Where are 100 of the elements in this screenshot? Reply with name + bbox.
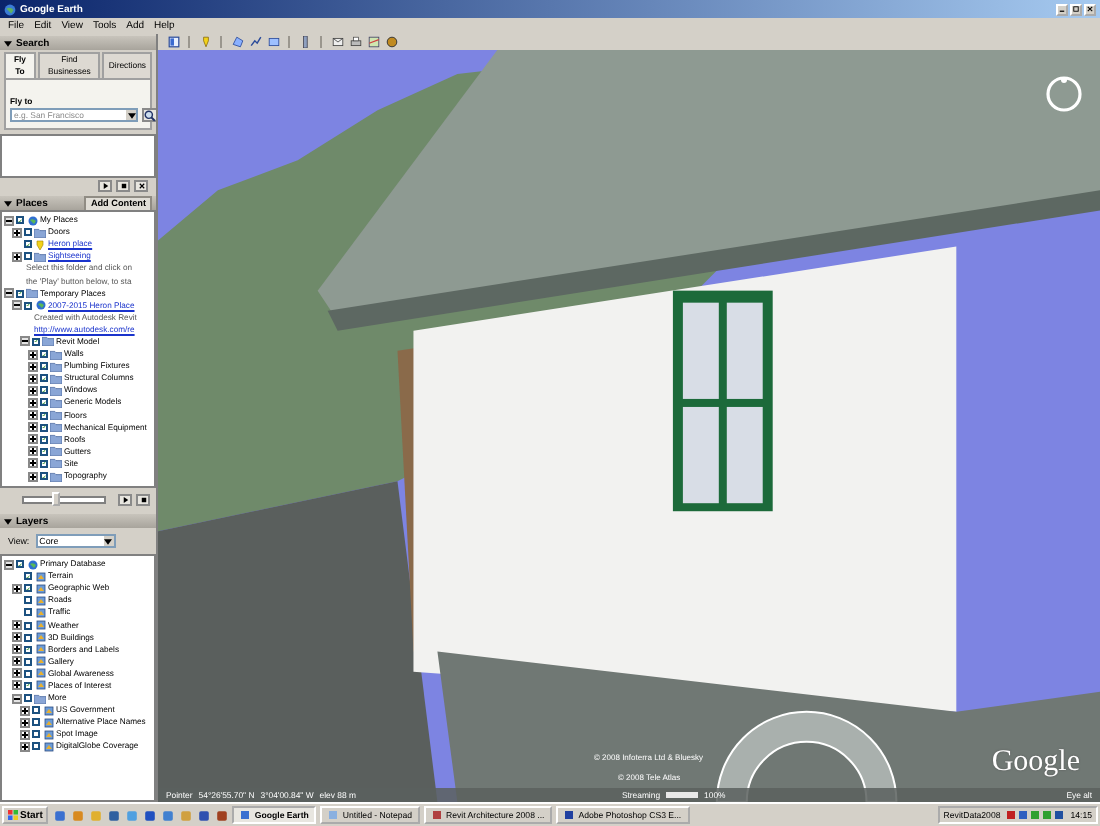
checkbox[interactable]	[40, 350, 48, 359]
checkbox[interactable]	[40, 459, 48, 468]
checkbox[interactable]	[40, 386, 48, 395]
maximize-icon[interactable]	[1070, 3, 1082, 15]
collapse-arrow-icon[interactable]	[4, 39, 12, 47]
app-icon	[240, 810, 251, 820]
checkbox[interactable]	[24, 633, 32, 642]
checkbox[interactable]	[16, 560, 24, 569]
expander-toggle[interactable]	[4, 288, 14, 299]
dropdown-arrow-icon[interactable]	[103, 536, 114, 546]
checkbox[interactable]	[16, 216, 24, 225]
search-button[interactable]	[142, 108, 156, 122]
expander-toggle[interactable]	[12, 620, 22, 631]
stop-button[interactable]	[136, 494, 150, 506]
expander-toggle[interactable]	[28, 373, 38, 384]
folder-icon	[34, 251, 46, 262]
expander-toggle[interactable]	[20, 705, 30, 716]
expander-toggle[interactable]	[28, 410, 38, 421]
path-icon[interactable]	[248, 35, 262, 49]
checkbox[interactable]	[24, 301, 32, 310]
checkbox[interactable]	[24, 657, 32, 666]
expander-toggle[interactable]	[28, 434, 38, 445]
collapse-arrow-icon[interactable]	[4, 199, 12, 207]
expander-toggle[interactable]	[28, 349, 38, 360]
play-button[interactable]	[98, 180, 112, 192]
checkbox[interactable]	[24, 608, 32, 617]
ruler-icon[interactable]	[298, 35, 312, 49]
pushpin-icon	[34, 239, 46, 250]
checkbox[interactable]	[40, 411, 48, 420]
navigation-ring-icon[interactable]	[1044, 74, 1084, 114]
tour-slider[interactable]	[22, 496, 106, 504]
dropdown-arrow-icon[interactable]	[126, 110, 136, 120]
checkbox[interactable]	[40, 423, 48, 432]
expander-toggle[interactable]	[12, 251, 22, 262]
expander-toggle[interactable]	[28, 458, 38, 469]
expander-toggle[interactable]	[28, 361, 38, 372]
checkbox[interactable]	[40, 374, 48, 383]
expander-toggle[interactable]	[28, 385, 38, 396]
minimize-icon[interactable]	[1056, 3, 1068, 15]
windows-logo-icon	[8, 810, 18, 820]
checkbox[interactable]	[40, 398, 48, 407]
expander-toggle[interactable]	[20, 741, 30, 752]
expander-toggle[interactable]	[12, 693, 22, 704]
expander-toggle[interactable]	[12, 668, 22, 679]
app-icon	[432, 810, 443, 820]
checkbox[interactable]	[24, 596, 32, 605]
checkbox[interactable]	[32, 337, 40, 346]
map-icon[interactable]	[366, 35, 380, 49]
checkbox[interactable]	[24, 681, 32, 690]
expander-toggle[interactable]	[20, 729, 30, 740]
close-icon[interactable]	[1084, 3, 1096, 15]
expander-toggle[interactable]	[12, 227, 22, 238]
checkbox[interactable]	[24, 252, 32, 261]
polygon-icon[interactable]	[230, 35, 244, 49]
sidebar-icon[interactable]	[166, 35, 180, 49]
slider-thumb[interactable]	[52, 492, 60, 506]
globe-icon	[26, 215, 38, 226]
close-button[interactable]	[134, 180, 148, 192]
checkbox[interactable]	[24, 669, 32, 678]
checkbox[interactable]	[40, 447, 48, 456]
planet-icon[interactable]	[384, 35, 398, 49]
checkbox[interactable]	[16, 289, 24, 298]
globe-icon	[26, 559, 38, 570]
checkbox[interactable]	[32, 718, 40, 727]
expander-toggle[interactable]	[4, 215, 14, 226]
checkbox[interactable]	[24, 584, 32, 593]
expander-toggle[interactable]	[12, 644, 22, 655]
checkbox[interactable]	[24, 572, 32, 581]
checkbox[interactable]	[32, 742, 40, 751]
checkbox[interactable]	[24, 621, 32, 630]
expander-toggle[interactable]	[28, 446, 38, 457]
image-overlay-icon[interactable]	[266, 35, 280, 49]
checkbox[interactable]	[24, 694, 32, 703]
collapse-arrow-icon[interactable]	[4, 517, 12, 525]
expander-toggle[interactable]	[28, 422, 38, 433]
checkbox[interactable]	[40, 472, 48, 481]
print-icon[interactable]	[348, 35, 362, 49]
globe-icon	[4, 3, 16, 15]
expander-toggle[interactable]	[28, 471, 38, 482]
expander-toggle[interactable]	[12, 656, 22, 667]
folder-icon	[26, 288, 38, 299]
expander-toggle[interactable]	[12, 300, 22, 311]
checkbox[interactable]	[24, 228, 32, 237]
expander-toggle[interactable]	[12, 680, 22, 691]
expander-toggle[interactable]	[12, 632, 22, 643]
expander-toggle[interactable]	[20, 717, 30, 728]
app-icon	[564, 810, 575, 820]
checkbox[interactable]	[32, 706, 40, 715]
checkbox[interactable]	[24, 240, 32, 249]
email-icon[interactable]	[330, 35, 344, 49]
checkbox[interactable]	[40, 435, 48, 444]
checkbox[interactable]	[40, 362, 48, 371]
expander-toggle[interactable]	[20, 336, 30, 347]
checkbox[interactable]	[32, 730, 40, 739]
stop-button[interactable]	[116, 180, 130, 192]
expander-toggle[interactable]	[4, 559, 14, 570]
expander-toggle[interactable]	[12, 583, 22, 594]
checkbox[interactable]	[24, 645, 32, 654]
play-button[interactable]	[118, 494, 132, 506]
expander-toggle[interactable]	[28, 397, 38, 408]
